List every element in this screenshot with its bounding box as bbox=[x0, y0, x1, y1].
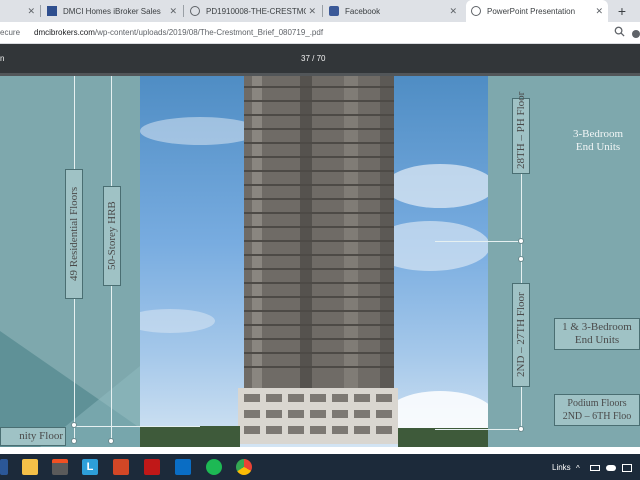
tab-separator bbox=[322, 5, 323, 17]
edge-icon[interactable] bbox=[0, 459, 8, 475]
connector-line bbox=[435, 429, 521, 430]
close-tab-icon[interactable]: ✕ bbox=[449, 6, 457, 16]
new-tab-button[interactable]: + bbox=[613, 3, 631, 19]
links-toolbar[interactable]: Links bbox=[552, 463, 571, 472]
chrome-icon[interactable] bbox=[236, 459, 252, 475]
label-line: End Units bbox=[574, 334, 620, 346]
storey-label: 50-Storey HRB bbox=[103, 186, 121, 286]
url-text[interactable]: dmcibrokers.com/wp-content/uploads/2019/… bbox=[34, 28, 323, 37]
url-path: /wp-content/uploads/2019/08/The-Crestmon… bbox=[94, 28, 324, 37]
dmci-favicon-icon bbox=[47, 6, 57, 16]
zoom-icon[interactable] bbox=[614, 26, 625, 37]
mail-icon[interactable] bbox=[175, 459, 191, 475]
globe-icon bbox=[471, 6, 481, 16]
label-line: 2ND – 6TH Floo bbox=[562, 411, 632, 422]
close-tab-icon[interactable]: ✕ bbox=[169, 6, 177, 16]
label-line: 3-Bedroom bbox=[572, 128, 624, 140]
connector-line bbox=[74, 426, 200, 427]
connector-line bbox=[435, 241, 521, 242]
tab-powerpoint[interactable]: PowerPoint Presentation ✕ bbox=[466, 0, 608, 22]
display-icon[interactable] bbox=[622, 464, 632, 472]
label-line: End Units bbox=[575, 141, 621, 153]
connector-node bbox=[518, 238, 524, 244]
store-icon[interactable] bbox=[52, 459, 68, 475]
one-three-bedroom-label: 1 & 3-Bedroom End Units bbox=[554, 318, 640, 350]
connector-node bbox=[518, 426, 524, 432]
profile-avatar[interactable] bbox=[632, 30, 640, 38]
label-line: Podium Floors bbox=[567, 398, 627, 409]
browser-tab-strip: ✕ DMCI Homes iBroker Sales ✕ PD1910008-T… bbox=[0, 0, 640, 22]
battery-icon[interactable] bbox=[590, 465, 600, 471]
connector-node bbox=[71, 422, 77, 428]
connector-node bbox=[108, 438, 114, 444]
url-host: dmcibrokers.com bbox=[34, 28, 95, 37]
residential-floors-label: 49 Residential Floors bbox=[65, 169, 83, 299]
connector-node bbox=[71, 438, 77, 444]
label-line: 1 & 3-Bedroom bbox=[562, 321, 632, 333]
chevron-up-icon[interactable]: ^ bbox=[576, 464, 580, 473]
address-bar[interactable]: ecure dmcibrokers.com/wp-content/uploads… bbox=[0, 22, 640, 44]
building-photo bbox=[140, 76, 488, 447]
close-tab-icon[interactable]: ✕ bbox=[308, 6, 316, 16]
tab-separator bbox=[40, 5, 41, 17]
pdf-toolbar: n 37 / 70 bbox=[0, 44, 640, 73]
mcafee-icon[interactable] bbox=[144, 459, 160, 475]
tab-facebook[interactable]: Facebook ✕ bbox=[324, 0, 462, 22]
pdf-title: n bbox=[0, 54, 5, 63]
tab-title: DMCI Homes iBroker Sales bbox=[63, 6, 161, 16]
three-bedroom-label: 3-Bedroom End Units bbox=[556, 126, 640, 156]
tower-illustration bbox=[140, 76, 488, 447]
tab-crestmont-pdf[interactable]: PD1910008-THE-CRESTMONT ✕ bbox=[185, 0, 321, 22]
page-indicator[interactable]: 37 / 70 bbox=[301, 54, 325, 63]
mid-floors-label: 2ND – 27TH Floor bbox=[512, 283, 530, 387]
taskbar: L Links ^ bbox=[0, 454, 640, 480]
podium-floors-label: Podium Floors 2ND – 6TH Floo bbox=[554, 394, 640, 426]
tab-title: PD1910008-THE-CRESTMONT bbox=[206, 6, 306, 16]
globe-icon bbox=[190, 6, 200, 16]
pdf-viewer[interactable]: 49 Residential Floors 50-Storey HRB nity… bbox=[0, 73, 640, 447]
spotify-icon[interactable] bbox=[206, 459, 222, 475]
app-red-icon[interactable] bbox=[113, 459, 129, 475]
close-tab-icon[interactable]: ✕ bbox=[595, 6, 603, 16]
facebook-icon bbox=[329, 6, 339, 16]
pdf-page: 49 Residential Floors 50-Storey HRB nity… bbox=[0, 76, 640, 447]
tab-dmci-ibroker[interactable]: DMCI Homes iBroker Sales ✕ bbox=[42, 0, 182, 22]
tab-title: Facebook bbox=[345, 6, 381, 16]
tab-0[interactable]: ✕ bbox=[0, 0, 40, 22]
security-indicator[interactable]: ecure bbox=[0, 28, 20, 37]
tab-separator bbox=[183, 5, 184, 17]
cloud-icon[interactable] bbox=[606, 465, 616, 471]
tab-title: PowerPoint Presentation bbox=[487, 6, 576, 16]
app-l-icon[interactable]: L bbox=[82, 459, 98, 475]
close-tab-icon[interactable]: ✕ bbox=[27, 6, 35, 16]
file-explorer-icon[interactable] bbox=[22, 459, 38, 475]
amenity-floor-label: nity Floor bbox=[0, 427, 66, 446]
ph-floor-label: 28TH – PH Floor bbox=[512, 92, 530, 174]
connector-node bbox=[518, 256, 524, 262]
